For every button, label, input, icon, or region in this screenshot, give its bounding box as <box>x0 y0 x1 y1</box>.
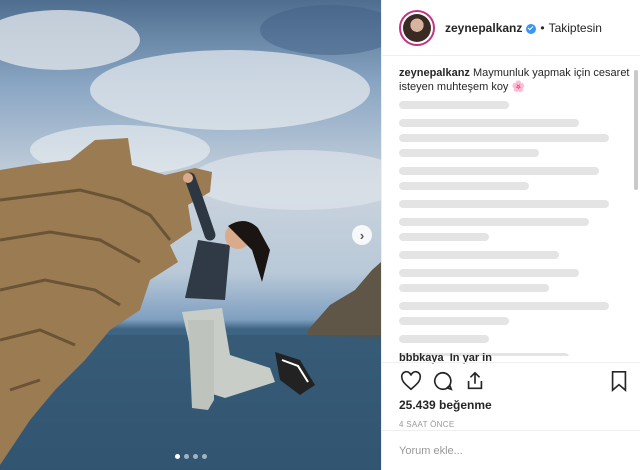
blurred-comment <box>399 200 631 208</box>
blurred-comment <box>399 218 631 241</box>
comment-placeholder: Yorum ekle... <box>399 444 463 457</box>
carousel-dot <box>193 454 198 459</box>
blurred-comment <box>399 335 631 343</box>
bookmark-icon[interactable] <box>607 369 631 393</box>
flower-emoji-icon: 🌸 <box>511 81 526 93</box>
chevron-right-icon: › <box>359 227 365 243</box>
post-sidebar: zeynepalkanz • Takiptesin zeynepalkanz M… <box>381 0 640 470</box>
instagram-post: › zeynepalkanz • Takiptesin zeynepalkanz… <box>0 0 640 470</box>
blurred-comment <box>399 167 631 190</box>
next-photo-button[interactable]: › <box>352 225 372 245</box>
add-comment-input[interactable]: Yorum ekle... <box>382 430 640 470</box>
action-icons <box>382 366 640 396</box>
caption-username[interactable]: zeynepalkanz <box>399 67 470 79</box>
header-username[interactable]: zeynepalkanz <box>445 21 522 35</box>
follow-status[interactable]: Takiptesin <box>549 21 602 35</box>
header-separator: • <box>540 20 545 35</box>
post-photo[interactable]: › <box>0 0 381 470</box>
avatar[interactable] <box>399 9 435 46</box>
carousel-dot <box>184 454 189 459</box>
carousel-indicator <box>175 454 207 459</box>
heart-icon[interactable] <box>399 369 423 393</box>
post-header: zeynepalkanz • Takiptesin <box>382 0 640 56</box>
blurred-timestamp <box>399 101 509 109</box>
verified-badge-icon <box>526 23 537 34</box>
photo-scene <box>0 5 381 470</box>
post-actions: 25.439 beğenme 4 SAAT ÖNCE <box>382 362 640 429</box>
caption: zeynepalkanz Maymunluk yapmak için cesar… <box>399 66 631 94</box>
post-timestamp[interactable]: 4 SAAT ÖNCE <box>382 420 640 429</box>
blurred-comment <box>399 269 631 292</box>
like-count[interactable]: 25.439 beğenme <box>382 398 640 412</box>
carousel-dot <box>175 454 180 459</box>
share-icon[interactable] <box>463 369 487 393</box>
blurred-comment <box>399 302 631 325</box>
comment-icon[interactable] <box>431 369 455 393</box>
carousel-dot <box>202 454 207 459</box>
comments-scrollbar[interactable] <box>634 70 638 190</box>
comments-list: zeynepalkanz Maymunluk yapmak için cesar… <box>399 66 631 356</box>
blurred-comment <box>399 251 631 259</box>
blurred-comment <box>399 119 631 157</box>
